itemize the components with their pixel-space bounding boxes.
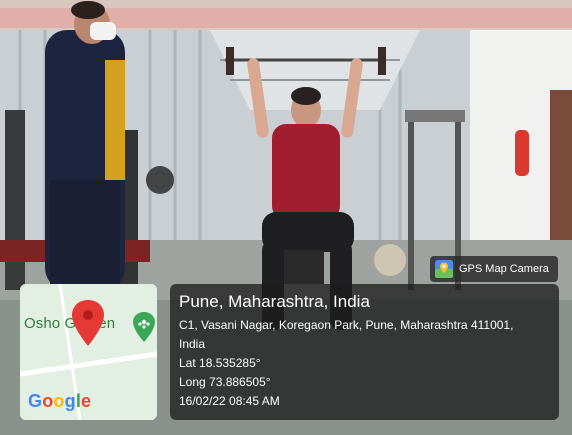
gps-map-camera-badge: GPS Map Camera — [430, 256, 558, 282]
gps-map-camera-icon — [435, 260, 453, 278]
map-thumbnail: Osho Garden Google — [20, 284, 157, 420]
date-time: 16/02/22 08:45 AM — [179, 394, 280, 408]
address-line-2: India — [179, 337, 206, 351]
google-logo-letter: o — [53, 391, 65, 411]
google-logo-letter: g — [64, 391, 76, 411]
google-logo-letter: G — [28, 391, 43, 411]
google-logo: Google — [28, 391, 91, 412]
google-logo-letter: e — [81, 391, 92, 411]
location-info-panel: Pune, Maharashtra, India C1, Vasani Naga… — [170, 284, 559, 420]
address-line-1: C1, Vasani Nagar, Koregaon Park, Pune, M… — [179, 318, 514, 332]
latitude: Lat 18.535285° — [179, 356, 261, 370]
location-pin-icon — [72, 300, 104, 346]
park-poi-icon — [133, 312, 155, 342]
location-title: Pune, Maharashtra, India — [179, 292, 370, 311]
google-logo-letter: o — [42, 391, 54, 411]
longitude: Long 73.886505° — [179, 375, 271, 389]
gps-map-camera-label: GPS Map Camera — [459, 263, 549, 275]
